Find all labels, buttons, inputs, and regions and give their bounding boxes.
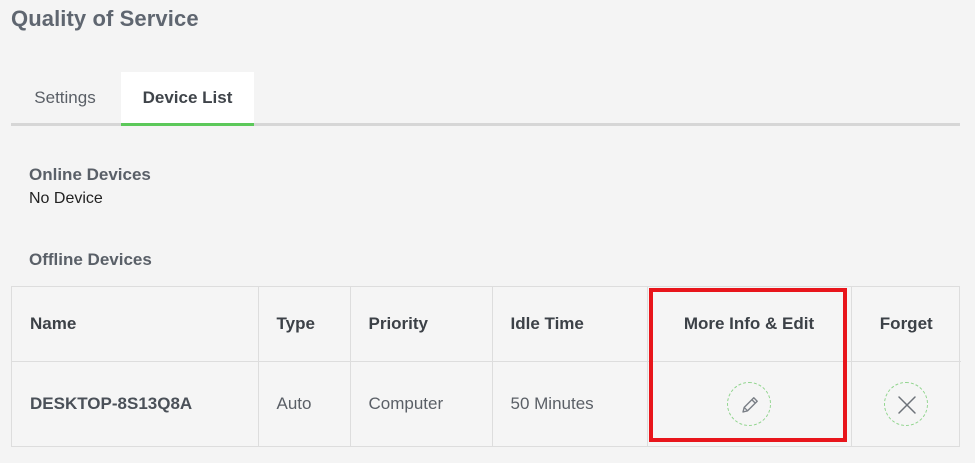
column-header-priority: Priority [350, 287, 493, 361]
offline-devices-table: Name Type Priority Idle Time More Info &… [11, 286, 961, 447]
pencil-icon [742, 396, 758, 413]
column-header-forget: Forget [879, 313, 933, 333]
more-info-edit-cell [647, 361, 852, 446]
offline-devices-heading: Offline Devices [29, 250, 152, 269]
tab-settings[interactable]: Settings [11, 72, 119, 123]
table-header-row: Name Type Priority Idle Time More Info &… [12, 287, 961, 361]
column-header-type: Type [258, 287, 351, 361]
tab-bar: Settings Device List [11, 72, 960, 126]
close-icon [898, 396, 916, 414]
device-priority: Computer [350, 361, 493, 446]
device-name: DESKTOP-8S13Q8A [12, 361, 259, 446]
device-type: Auto [258, 361, 351, 446]
table-row: DESKTOP-8S13Q8A Auto Computer 50 Minutes [12, 361, 961, 446]
online-devices-empty-text: No Device [29, 190, 103, 207]
device-idle-time: 50 Minutes [492, 361, 648, 446]
tab-device-list[interactable]: Device List [121, 72, 254, 126]
edit-device-button[interactable] [727, 381, 771, 426]
page-title: Quality of Service [11, 6, 199, 31]
column-header-more-info-edit: More Info & Edit [647, 287, 852, 361]
forget-device-button[interactable] [884, 381, 929, 426]
column-header-idle-time: Idle Time [492, 287, 648, 361]
online-devices-heading: Online Devices [29, 165, 151, 184]
column-header-name: Name [12, 287, 259, 361]
forget-cell [851, 361, 961, 446]
